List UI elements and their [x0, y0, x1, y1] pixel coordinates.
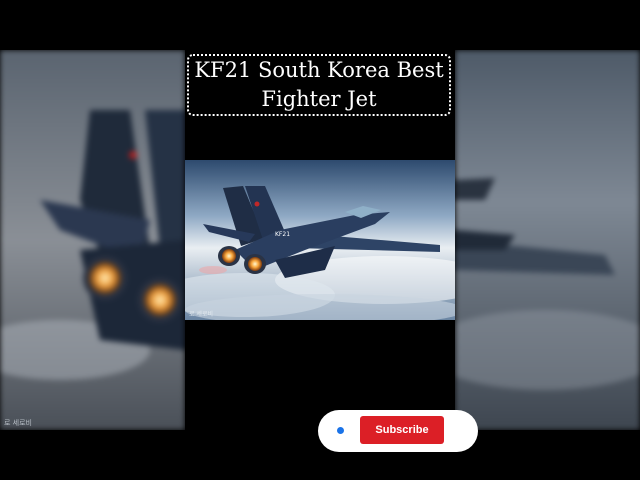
letterbox-top [0, 0, 640, 50]
video-title: KF21 South Korea Best Fighter Jet [194, 56, 443, 114]
video-title-line-1: KF21 South Korea Best [194, 58, 444, 82]
subscribe-button[interactable]: Subscribe [360, 416, 444, 444]
blurred-background-right [455, 50, 640, 430]
video-title-box: KF21 South Korea Best Fighter Jet [187, 54, 451, 116]
image-watermark: 로 세로비 [189, 311, 213, 318]
jet-marking: KF21 [275, 231, 290, 238]
blurred-background-left [0, 50, 185, 430]
blue-dot-icon [337, 427, 344, 434]
jet-image: KF21 [185, 160, 455, 320]
background-watermark: 로 세로비 [4, 419, 32, 427]
video-title-line-2: Fighter Jet [261, 87, 377, 111]
